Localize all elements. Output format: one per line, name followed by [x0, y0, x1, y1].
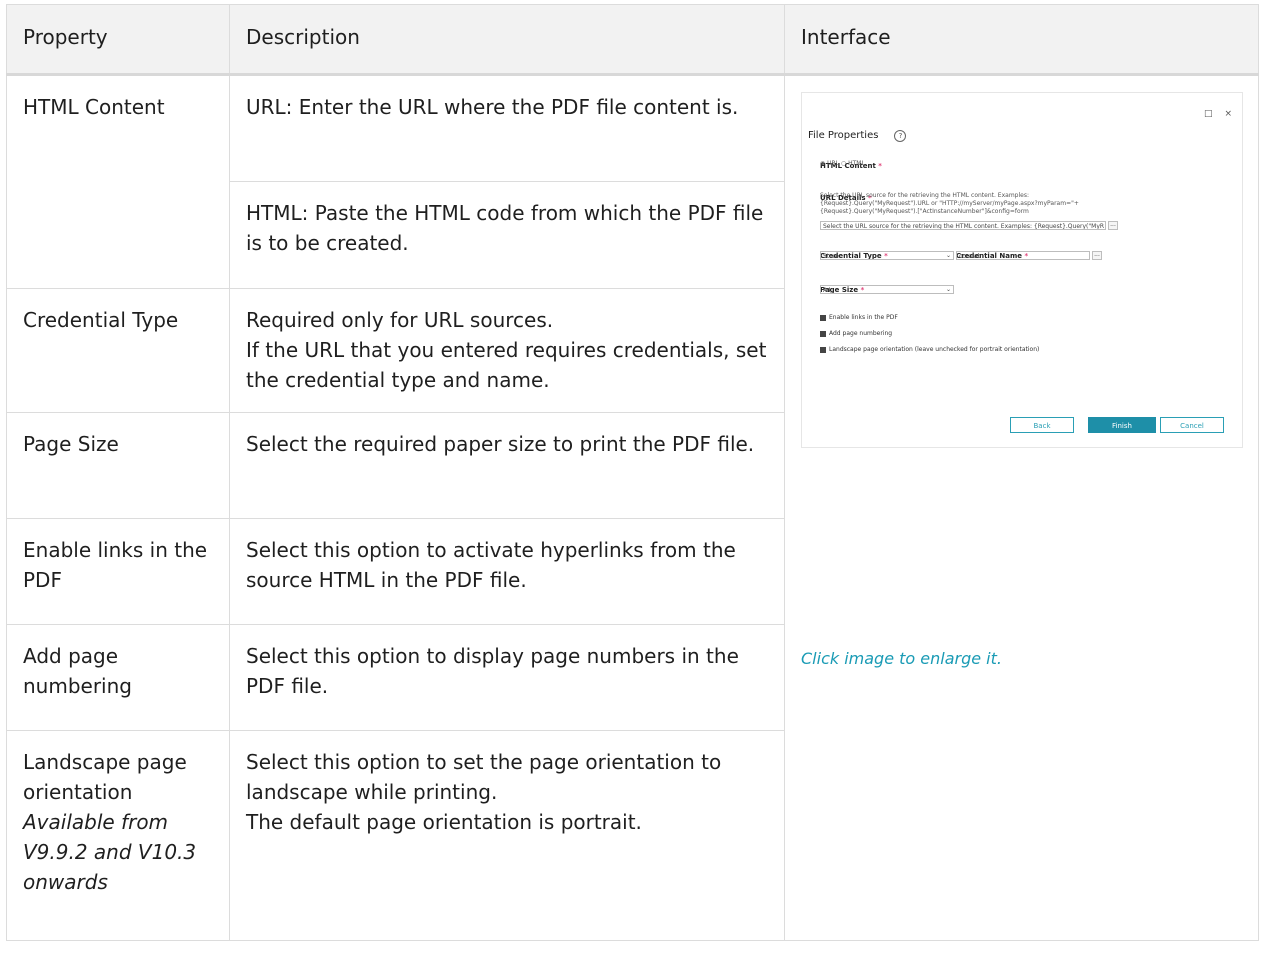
url-details-browse-button[interactable]: ...: [1108, 221, 1118, 230]
description-line: If the URL that you entered requires cre…: [246, 338, 767, 392]
chevron-down-icon: ⌄: [945, 286, 951, 293]
finish-button[interactable]: Finish: [1088, 417, 1156, 433]
description-page-numbering: Select this option to display page numbe…: [229, 624, 785, 731]
property-landscape-label: Landscape page orientation: [23, 750, 187, 804]
properties-table: Property Description Interface HTML Cont…: [6, 4, 1259, 941]
property-page-size: Page Size: [6, 412, 230, 519]
description-line: Required only for URL sources.: [246, 308, 554, 332]
chevron-down-icon: ⌄: [945, 252, 951, 259]
html-content-radios: ◉ URL ○ HTML: [820, 160, 865, 167]
credential-type-select[interactable]: Store ⌄: [820, 251, 954, 260]
checkbox-checked-icon: [820, 346, 826, 353]
property-landscape: Landscape page orientation Available fro…: [6, 730, 230, 941]
table-row: HTML Content URL: Enter the URL where th…: [6, 74, 1259, 941]
interface-cell: □ × File Properties? HTML Content * ◉ URL…: [784, 74, 1259, 941]
url-details-help: Select the URL source for the retrieving…: [820, 192, 1079, 215]
credential-name-input[interactable]: coralab: [956, 251, 1090, 260]
header-property: Property: [6, 4, 230, 76]
file-properties-thumbnail[interactable]: □ × File Properties? HTML Content * ◉ URL…: [801, 92, 1243, 448]
enlarge-image-caption[interactable]: Click image to enlarge it.: [801, 644, 1004, 674]
description-line: Select this option to set the page orien…: [246, 750, 722, 804]
description-enable-links: Select this option to activate hyperlink…: [229, 518, 785, 625]
description-credential-type: Required only for URL sources. If the UR…: [229, 288, 785, 413]
cancel-button[interactable]: Cancel: [1160, 417, 1224, 433]
header-description: Description: [229, 4, 785, 76]
landscape-checkbox[interactable]: Landscape page orientation (leave unchec…: [820, 335, 1039, 365]
credential-name-browse-button[interactable]: ...: [1092, 251, 1102, 260]
description-landscape: Select this option to set the page orien…: [229, 730, 785, 941]
header-row: Property Description Interface: [6, 4, 1259, 76]
window-controls: □ ×: [1192, 99, 1232, 129]
property-enable-links: Enable links in the PDF: [6, 518, 230, 625]
page-size-select[interactable]: A4 ⌄: [820, 285, 954, 294]
close-icon: ×: [1224, 109, 1232, 119]
description-page-size: Select the required paper size to print …: [229, 412, 785, 519]
property-html-content: HTML Content: [6, 74, 230, 289]
description-url: URL: Enter the URL where the PDF file co…: [229, 74, 785, 182]
back-button[interactable]: Back: [1010, 417, 1074, 433]
property-page-numbering: Add page numbering: [6, 624, 230, 731]
dialog-title: File Properties?: [808, 121, 907, 151]
property-credential-type: Credential Type: [6, 288, 230, 413]
url-details-input[interactable]: Select the URL source for the retrieving…: [820, 221, 1106, 230]
maximize-icon: □: [1203, 109, 1213, 119]
description-html: HTML: Paste the HTML code from which the…: [229, 181, 785, 289]
header-interface: Interface: [784, 4, 1259, 76]
description-line: The default page orientation is portrait…: [246, 810, 642, 834]
availability-note: Available from V9.9.2 and V10.3 onwards: [23, 810, 197, 894]
help-icon: ?: [894, 130, 907, 142]
